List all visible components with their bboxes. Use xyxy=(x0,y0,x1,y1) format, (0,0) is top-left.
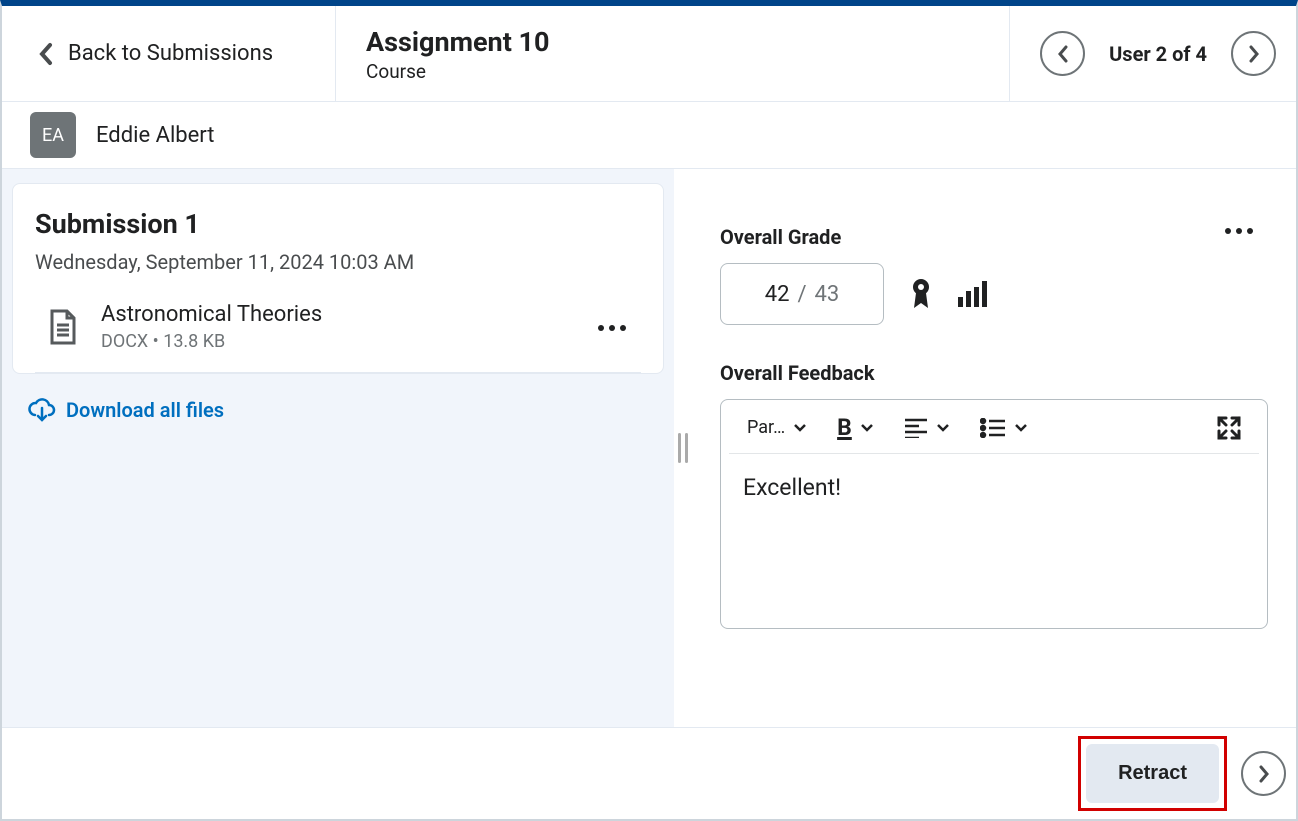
submission-timestamp: Wednesday, September 11, 2024 10:03 AM xyxy=(35,250,641,274)
grade-input[interactable]: 42 / 43 xyxy=(720,263,884,325)
more-horizontal-icon xyxy=(1224,227,1254,235)
prev-user-button[interactable] xyxy=(1040,31,1085,76)
chevron-down-icon xyxy=(793,423,807,433)
list-dropdown[interactable] xyxy=(980,418,1028,438)
bold-dropdown[interactable]: B xyxy=(837,414,874,441)
document-icon xyxy=(47,308,79,346)
chevron-left-icon xyxy=(38,42,54,66)
file-row[interactable]: Astronomical Theories DOCX • 13.8 KB xyxy=(35,280,641,373)
feedback-textarea[interactable]: Excellent! xyxy=(721,454,1267,521)
avatar: EA xyxy=(30,112,76,158)
pane-splitter[interactable] xyxy=(674,169,692,727)
retract-highlight: Retract xyxy=(1078,736,1227,811)
footer-next-button[interactable] xyxy=(1241,751,1286,796)
ribbon-icon[interactable] xyxy=(910,278,932,310)
assignment-title: Assignment 10 xyxy=(366,26,979,58)
grade-slash: / xyxy=(797,282,806,307)
file-more-button[interactable] xyxy=(591,314,633,341)
user-bar: EA Eddie Albert xyxy=(2,102,1296,168)
align-left-icon xyxy=(904,418,928,438)
expand-icon xyxy=(1217,416,1241,440)
download-cloud-icon xyxy=(28,398,56,422)
fullscreen-button[interactable] xyxy=(1217,416,1241,440)
submission-title: Submission 1 xyxy=(35,208,641,240)
chevron-right-icon xyxy=(1257,764,1271,784)
stats-icon[interactable] xyxy=(958,281,988,307)
paragraph-label: Par… xyxy=(747,417,785,438)
list-icon xyxy=(980,418,1006,438)
back-label: Back to Submissions xyxy=(68,41,273,66)
grading-pane: Overall Grade 42 / 43 Overall Feedback P… xyxy=(692,169,1296,727)
course-label: Course xyxy=(366,60,979,83)
download-all-label: Download all files xyxy=(66,398,224,422)
chevron-right-icon xyxy=(1247,44,1261,64)
download-all-link[interactable]: Download all files xyxy=(12,374,664,432)
overall-feedback-label: Overall Feedback xyxy=(720,361,1268,385)
chevron-down-icon xyxy=(936,423,950,433)
retract-button[interactable]: Retract xyxy=(1086,744,1219,803)
feedback-editor: Par… B xyxy=(720,399,1268,629)
editor-toolbar: Par… B xyxy=(729,400,1259,454)
grading-more-button[interactable] xyxy=(1218,217,1260,244)
bold-icon: B xyxy=(837,414,852,441)
next-user-button[interactable] xyxy=(1231,31,1276,76)
user-counter: User 2 of 4 xyxy=(1109,42,1207,66)
grade-earned: 42 xyxy=(765,282,790,307)
submission-card: Submission 1 Wednesday, September 11, 20… xyxy=(12,183,664,374)
file-meta: DOCX • 13.8 KB xyxy=(101,331,569,352)
back-to-submissions-link[interactable]: Back to Submissions xyxy=(2,6,336,101)
footer-bar: Retract xyxy=(2,727,1296,819)
user-name: Eddie Albert xyxy=(96,123,215,148)
assignment-title-area: Assignment 10 Course xyxy=(336,6,1010,101)
submission-pane: Submission 1 Wednesday, September 11, 20… xyxy=(2,169,674,727)
chevron-down-icon xyxy=(860,423,874,433)
file-name: Astronomical Theories xyxy=(101,302,569,327)
paragraph-selector[interactable]: Par… xyxy=(747,417,807,438)
chevron-left-icon xyxy=(1056,44,1070,64)
chevron-down-icon xyxy=(1014,423,1028,433)
grade-outof: 43 xyxy=(815,282,840,307)
align-dropdown[interactable] xyxy=(904,418,950,438)
overall-grade-label: Overall Grade xyxy=(720,225,1268,249)
more-horizontal-icon xyxy=(597,324,627,332)
